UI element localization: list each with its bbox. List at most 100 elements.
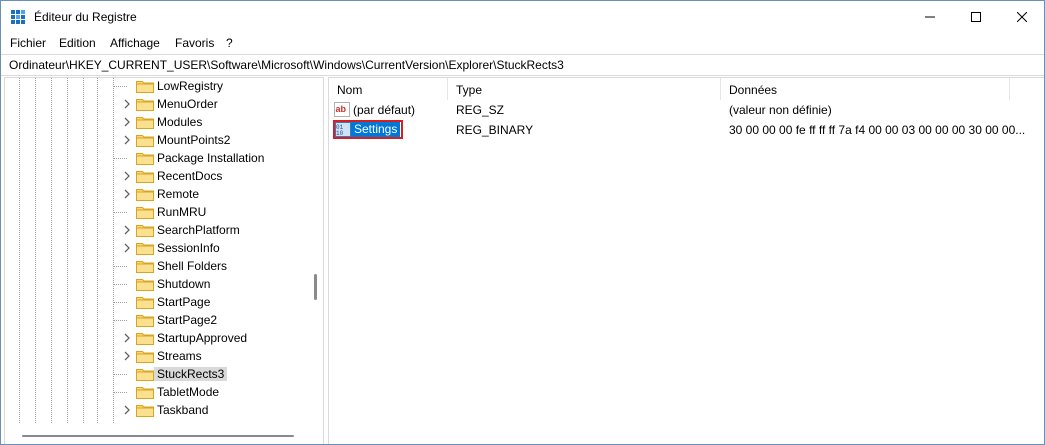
address-bar[interactable]: Ordinateur\HKEY_CURRENT_USER\Software\Mi…: [1, 54, 1044, 76]
tree-item[interactable]: StuckRects3: [5, 365, 323, 383]
menu-favoris[interactable]: Favoris: [175, 36, 214, 50]
folder-icon: [136, 385, 154, 399]
tree-item[interactable]: Shell Folders: [5, 257, 323, 275]
tree-connector: [113, 86, 127, 87]
folder-icon: [136, 349, 154, 363]
chevron-right-icon[interactable]: [123, 134, 131, 146]
svg-text:10: 10: [336, 130, 344, 137]
close-button[interactable]: [999, 1, 1044, 33]
tree-item-label: RecentDocs: [157, 169, 223, 183]
column-separator[interactable]: [1009, 78, 1010, 100]
folder-icon: [136, 169, 154, 183]
folder-icon: [136, 367, 154, 381]
folder-icon: [136, 97, 154, 111]
tree-horizontal-scrollbar[interactable]: [5, 427, 323, 444]
binary-value-icon: 01 10: [335, 122, 351, 137]
chevron-right-icon[interactable]: [123, 350, 131, 362]
menu-fichier[interactable]: Fichier: [10, 36, 46, 50]
tree-item[interactable]: Package Installation: [5, 149, 323, 167]
close-icon: [1017, 12, 1027, 22]
tree-item[interactable]: MenuOrder: [5, 95, 323, 113]
tree-item-label: StartupApproved: [157, 331, 248, 345]
tree-item[interactable]: Modules: [5, 113, 323, 131]
tree-item-label: MenuOrder: [157, 97, 218, 111]
column-header-name[interactable]: Nom: [329, 78, 447, 100]
menu-bar: Fichier Edition Affichage Favoris ?: [1, 33, 1044, 53]
selected-value-highlight[interactable]: 01 10 Settings: [333, 120, 403, 139]
values-list-pane[interactable]: Nom Type Données ab (par défaut) REG_SZ …: [328, 77, 1044, 444]
menu-edition[interactable]: Edition: [59, 36, 96, 50]
value-type: REG_SZ: [456, 103, 505, 117]
folder-icon: [136, 133, 154, 147]
folder-icon: [136, 241, 154, 255]
chevron-right-icon[interactable]: [123, 188, 131, 200]
tree-item-label: Taskband: [157, 403, 209, 417]
tree-connector: [113, 392, 127, 393]
tree-connector: [113, 266, 127, 267]
key-tree-pane[interactable]: LowRegistry MenuOrder Modules MountPoints2 P…: [4, 77, 324, 444]
tree-item[interactable]: RunMRU: [5, 203, 323, 221]
tree-item[interactable]: Shutdown: [5, 275, 323, 293]
tree-item-label: Package Installation: [157, 151, 265, 165]
tree-item[interactable]: StartPage: [5, 293, 323, 311]
tree-item-label: TabletMode: [157, 385, 220, 399]
value-type: REG_BINARY: [456, 123, 534, 137]
maximize-button[interactable]: [953, 1, 999, 33]
folder-icon: [136, 115, 154, 129]
tree-item[interactable]: StartupApproved: [5, 329, 323, 347]
menu-affichage[interactable]: Affichage: [110, 36, 160, 50]
value-name: (par défaut): [353, 103, 416, 117]
tree-item[interactable]: LowRegistry: [5, 78, 323, 95]
tree-vertical-scrollbar[interactable]: [314, 274, 317, 300]
tree-item-label: StartPage: [157, 295, 211, 309]
registry-editor-icon: [11, 10, 25, 24]
chevron-right-icon[interactable]: [123, 170, 131, 182]
title-bar[interactable]: Éditeur du Registre: [1, 1, 1044, 33]
tree-item[interactable]: StartPage2: [5, 311, 323, 329]
tree-item[interactable]: TabletMode: [5, 383, 323, 401]
menu-help[interactable]: ?: [226, 36, 233, 50]
registry-editor-window: Éditeur du Registre Fichier Edition Affi…: [0, 0, 1045, 445]
value-row-selected[interactable]: 01 10 Settings REG_BINARY 30 00 00 00 fe…: [329, 120, 1044, 140]
folder-icon: [136, 295, 154, 309]
address-path[interactable]: Ordinateur\HKEY_CURRENT_USER\Software\Mi…: [9, 58, 564, 72]
maximize-icon: [971, 12, 981, 22]
tree-item[interactable]: SearchPlatform: [5, 221, 323, 239]
tree-item-label: SessionInfo: [157, 241, 220, 255]
column-header-data[interactable]: Données: [721, 78, 1009, 100]
tree-item[interactable]: Taskband: [5, 401, 323, 419]
tree-item-label: LowRegistry: [157, 79, 224, 93]
folder-icon: [136, 331, 154, 345]
tree-connector: [113, 158, 127, 159]
tree-item-label: Shutdown: [157, 277, 211, 291]
column-header-type-label: Type: [456, 83, 483, 97]
chevron-right-icon[interactable]: [123, 332, 131, 344]
chevron-right-icon[interactable]: [123, 242, 131, 254]
tree-item-label: SearchPlatform: [157, 223, 240, 237]
tree-item[interactable]: Streams: [5, 347, 323, 365]
tree-item[interactable]: Remote: [5, 185, 323, 203]
tree-item[interactable]: RecentDocs: [5, 167, 323, 185]
tree-item[interactable]: SessionInfo: [5, 239, 323, 257]
column-header-type[interactable]: Type: [448, 78, 720, 100]
tree-item-label: MountPoints2: [157, 133, 231, 147]
tree-horizontal-scroll-thumb[interactable]: [22, 435, 294, 437]
tree-item-label: RunMRU: [157, 205, 207, 219]
chevron-right-icon[interactable]: [123, 116, 131, 128]
column-header-name-label: Nom: [337, 83, 363, 97]
tree-item-label: StartPage2: [157, 313, 218, 327]
tree-connector: [113, 284, 127, 285]
folder-icon: [136, 403, 154, 417]
folder-icon: [136, 151, 154, 165]
tree-item[interactable]: MountPoints2: [5, 131, 323, 149]
folder-icon: [136, 259, 154, 273]
chevron-right-icon[interactable]: [123, 98, 131, 110]
chevron-right-icon[interactable]: [123, 224, 131, 236]
minimize-button[interactable]: [907, 1, 953, 33]
folder-icon: [136, 313, 154, 327]
tree-item-label: Remote: [157, 187, 200, 201]
tree-item-label: StuckRects3: [154, 367, 228, 381]
tree-item-label: Modules: [157, 115, 203, 129]
chevron-right-icon[interactable]: [123, 404, 131, 416]
value-row[interactable]: ab (par défaut) REG_SZ (valeur non défin…: [329, 100, 1044, 120]
